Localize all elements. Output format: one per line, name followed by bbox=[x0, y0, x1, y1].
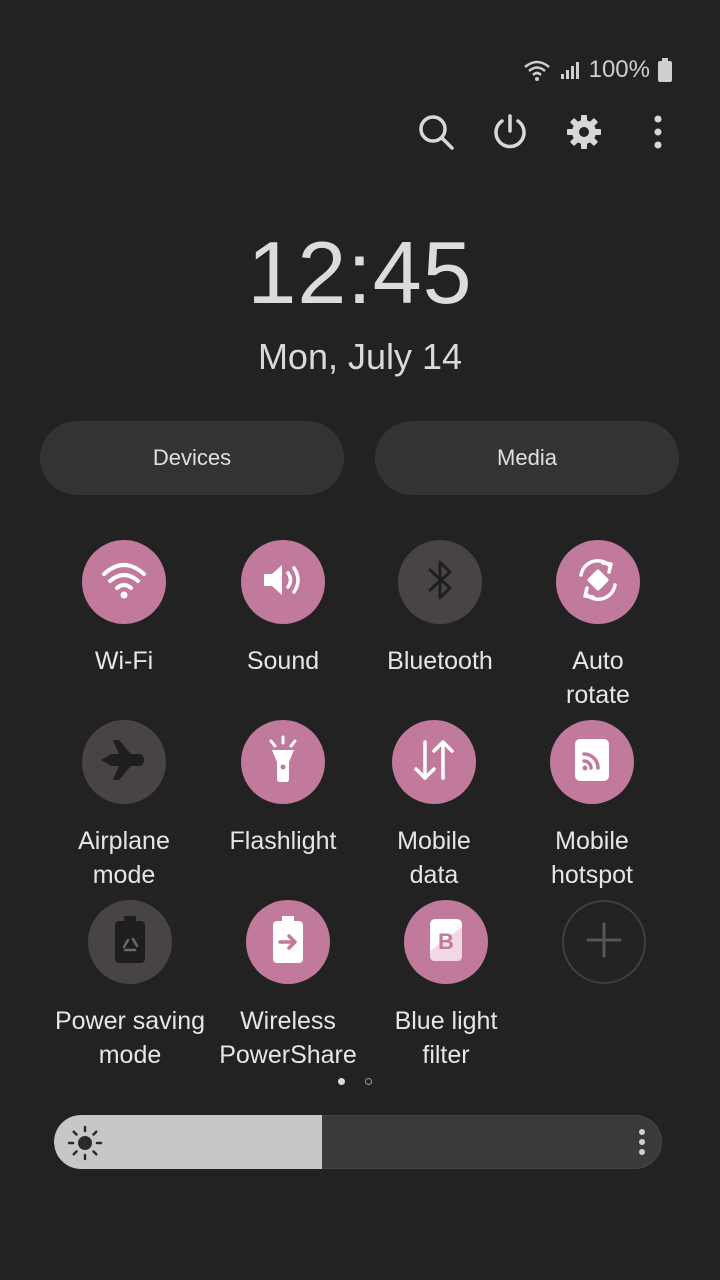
page-dot-1 bbox=[338, 1078, 345, 1085]
tile-wifi-label: Wi-Fi bbox=[94, 647, 154, 675]
tile-powershare-label: Wireless PowerShare bbox=[219, 1007, 357, 1069]
hotspot-icon bbox=[572, 737, 612, 788]
wifi-icon bbox=[100, 560, 148, 605]
auto-rotate-icon bbox=[573, 555, 623, 610]
tile-mobile-data[interactable]: Mobile data bbox=[354, 720, 514, 892]
wifi-icon bbox=[523, 59, 551, 81]
settings-icon bbox=[565, 113, 603, 156]
brightness-more-icon[interactable] bbox=[638, 1128, 646, 1161]
blue-light-icon: B bbox=[426, 917, 466, 968]
tile-mobile-data-label: Mobile data bbox=[397, 827, 471, 889]
tile-mobile-data-circle[interactable] bbox=[392, 720, 476, 804]
volume-icon bbox=[260, 560, 306, 605]
tile-hotspot-circle[interactable] bbox=[550, 720, 634, 804]
tile-blue-light-circle[interactable]: B bbox=[404, 900, 488, 984]
tile-sound-label: Sound bbox=[246, 647, 320, 675]
tile-powershare[interactable]: Wireless PowerShare bbox=[208, 900, 368, 1072]
settings-button[interactable] bbox=[562, 112, 606, 156]
top-actions bbox=[414, 112, 680, 156]
battery-icon bbox=[658, 58, 672, 82]
tile-wifi[interactable]: Wi-Fi bbox=[44, 540, 204, 678]
tile-flashlight-label: Flashlight bbox=[229, 827, 337, 855]
more-options-button[interactable] bbox=[636, 112, 680, 156]
tile-add[interactable] bbox=[524, 900, 684, 984]
tile-wifi-circle[interactable] bbox=[82, 540, 166, 624]
brightness-sun-icon bbox=[66, 1124, 104, 1167]
powershare-icon bbox=[271, 915, 305, 970]
battery-text: 100% bbox=[588, 56, 650, 83]
tile-bluetooth[interactable]: Bluetooth bbox=[360, 540, 520, 678]
bluetooth-icon bbox=[425, 558, 455, 607]
tile-blue-light[interactable]: B Blue light filter bbox=[366, 900, 526, 1072]
search-icon bbox=[417, 113, 455, 156]
power-saving-icon bbox=[113, 915, 147, 970]
tile-auto-rotate[interactable]: Auto rotate bbox=[518, 540, 678, 712]
tile-airplane[interactable]: Airplane mode bbox=[44, 720, 204, 892]
svg-text:B: B bbox=[438, 929, 454, 954]
tile-hotspot-label: Mobile hotspot bbox=[550, 827, 633, 889]
page-indicator bbox=[338, 1078, 372, 1085]
tile-blue-light-label: Blue light filter bbox=[394, 1007, 498, 1069]
add-tile-button[interactable] bbox=[562, 900, 646, 984]
tile-auto-rotate-circle[interactable] bbox=[556, 540, 640, 624]
search-button[interactable] bbox=[414, 112, 458, 156]
tile-power-saving-circle[interactable] bbox=[88, 900, 172, 984]
tile-airplane-label: Airplane mode bbox=[78, 827, 170, 889]
tile-flashlight[interactable]: Flashlight bbox=[203, 720, 363, 858]
tile-sound[interactable]: Sound bbox=[203, 540, 363, 678]
tile-airplane-circle[interactable] bbox=[82, 720, 166, 804]
tile-power-saving-label: Power saving mode bbox=[54, 1007, 206, 1069]
media-button[interactable]: Media bbox=[375, 421, 679, 495]
tile-bluetooth-circle[interactable] bbox=[398, 540, 482, 624]
signal-icon bbox=[559, 59, 581, 81]
tile-power-saving[interactable]: Power saving mode bbox=[50, 900, 210, 1072]
power-icon bbox=[491, 113, 529, 156]
flashlight-icon bbox=[263, 735, 303, 790]
tile-sound-circle[interactable] bbox=[241, 540, 325, 624]
power-button[interactable] bbox=[488, 112, 532, 156]
clock-date[interactable]: Mon, July 14 bbox=[0, 336, 720, 378]
airplane-icon bbox=[99, 735, 149, 790]
add-icon bbox=[584, 920, 624, 965]
tile-bluetooth-label: Bluetooth bbox=[387, 647, 493, 675]
page-dot-2 bbox=[365, 1078, 372, 1085]
more-vert-icon bbox=[653, 114, 663, 155]
tile-hotspot[interactable]: Mobile hotspot bbox=[512, 720, 672, 892]
clock-time: 12:45 bbox=[247, 223, 473, 322]
tile-powershare-circle[interactable] bbox=[246, 900, 330, 984]
brightness-slider[interactable] bbox=[54, 1115, 662, 1169]
devices-button[interactable]: Devices bbox=[40, 421, 344, 495]
status-bar: 100% bbox=[523, 56, 672, 84]
mobile-data-icon bbox=[411, 738, 457, 787]
tile-auto-rotate-label: Auto rotate bbox=[566, 647, 630, 709]
tile-flashlight-circle[interactable] bbox=[241, 720, 325, 804]
